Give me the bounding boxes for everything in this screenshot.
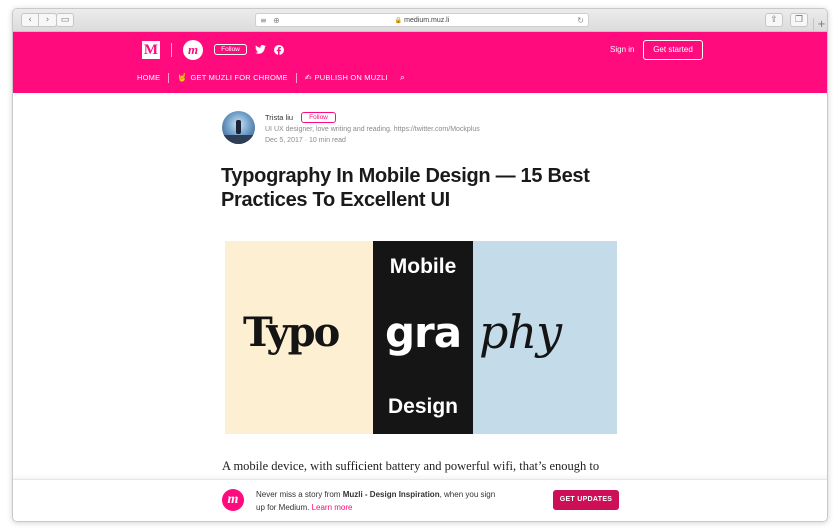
- subscribe-text-line1: Never miss a story from Muzli - Design I…: [256, 489, 495, 501]
- back-button[interactable]: ‹: [21, 13, 39, 27]
- reload-icon[interactable]: ↻: [577, 14, 584, 27]
- writing-hand-icon: ✍: [304, 73, 312, 82]
- subscribe-text-line2: up for Medium. Learn more: [256, 502, 353, 514]
- nav-get-muzli-chrome[interactable]: 🤘 GET MUZLI FOR CHROME: [177, 72, 287, 84]
- browser-toolbar: ‹ › ▭ ≡ ⊕ 🔒 medium.muz.li ↻ ⇪ ❐ +: [13, 9, 827, 32]
- hero-word-gra: gra: [384, 308, 462, 357]
- nav-divider: [168, 73, 170, 83]
- hero-word-mobile: Mobile: [389, 255, 457, 278]
- learn-more-link[interactable]: Learn more: [312, 503, 353, 512]
- subscribe-text-after: , when you sign: [439, 490, 496, 499]
- subscribe-bar: m Never miss a story from Muzli - Design…: [13, 479, 827, 521]
- nav-get-muzli-chrome-label: GET MUZLI FOR CHROME: [190, 73, 288, 82]
- author-name[interactable]: Trista liu: [265, 113, 293, 123]
- url-display: 🔒 medium.muz.li: [256, 14, 588, 28]
- article-title: Typography In Mobile Design — 15 Best Pr…: [221, 165, 590, 211]
- chevron-left-icon: ‹: [28, 14, 32, 25]
- article-date: Dec 5, 2017: [265, 137, 303, 144]
- history-nav: ‹ ›: [21, 13, 57, 27]
- plus-icon: +: [817, 19, 826, 30]
- nav-publish-on-muzli[interactable]: ✍ PUBLISH ON MUZLI: [305, 72, 388, 84]
- share-button[interactable]: ⇪: [765, 13, 783, 27]
- hero-image: Mobile Typo gra phy Design: [225, 241, 617, 434]
- subscribe-publication-name: Muzli - Design Inspiration: [342, 490, 440, 499]
- hero-word-phy: phy: [479, 305, 562, 359]
- nav-divider: [295, 73, 297, 83]
- tabs-icon: ❐: [794, 14, 804, 25]
- nav-home[interactable]: HOME: [137, 72, 160, 84]
- rock-hand-icon: 🤘: [177, 73, 188, 82]
- browser-window: ‹ › ▭ ≡ ⊕ 🔒 medium.muz.li ↻ ⇪ ❐ + M m Fol…: [12, 8, 828, 522]
- follow-publication-button[interactable]: Follow: [214, 44, 247, 55]
- publication-nav: HOME 🤘 GET MUZLI FOR CHROME ✍ PUBLISH ON M…: [137, 72, 405, 84]
- author-avatar[interactable]: [222, 111, 255, 144]
- get-started-button[interactable]: Get started: [643, 40, 703, 60]
- muzli-logo[interactable]: m: [183, 40, 203, 60]
- article-meta: Dec 5, 2017 · 10 min read: [265, 136, 346, 146]
- hero-word-typo: Typo: [243, 309, 340, 356]
- sign-in-link[interactable]: Sign in: [610, 45, 634, 55]
- chevron-right-icon: ›: [45, 14, 50, 25]
- subscribe-text-before: Never miss a story from: [256, 490, 343, 499]
- avatar-figure: [236, 120, 241, 134]
- share-icon: ⇪: [770, 14, 778, 25]
- sidebar-toggle-button[interactable]: ▭: [56, 13, 74, 27]
- muzli-logo-small[interactable]: m: [222, 489, 244, 511]
- get-updates-button[interactable]: GET UPDATES: [553, 490, 619, 510]
- medium-logo[interactable]: M: [142, 41, 160, 59]
- show-tabs-button[interactable]: ❐: [790, 13, 808, 27]
- follow-author-button[interactable]: Follow: [301, 112, 336, 123]
- header-divider: [171, 43, 172, 57]
- author-bio: UI UX designer, love writing and reading…: [265, 126, 480, 133]
- lock-icon: 🔒: [394, 18, 403, 24]
- hero-word-design: Design: [387, 395, 458, 418]
- site-header: M m Follow Sign in Get started HOME 🤘 GET…: [13, 32, 827, 93]
- forward-button[interactable]: ›: [39, 13, 57, 27]
- search-icon[interactable]: ⌕: [400, 73, 405, 83]
- subscribe-text-line2-lead: up for Medium.: [256, 503, 312, 512]
- avatar-ground: [222, 135, 255, 144]
- article-body-first-line: A mobile device, with sufficient battery…: [222, 459, 600, 473]
- twitter-icon[interactable]: [255, 45, 266, 54]
- read-time: 10 min read: [308, 137, 346, 144]
- new-tab-button[interactable]: +: [813, 18, 827, 32]
- address-bar[interactable]: ≡ ⊕ 🔒 medium.muz.li ↻: [255, 13, 589, 27]
- sidebar-icon: ▭: [60, 14, 70, 25]
- nav-publish-on-muzli-label: PUBLISH ON MUZLI: [314, 73, 388, 82]
- url-text: medium.muz.li: [404, 17, 450, 24]
- facebook-icon[interactable]: [274, 45, 284, 55]
